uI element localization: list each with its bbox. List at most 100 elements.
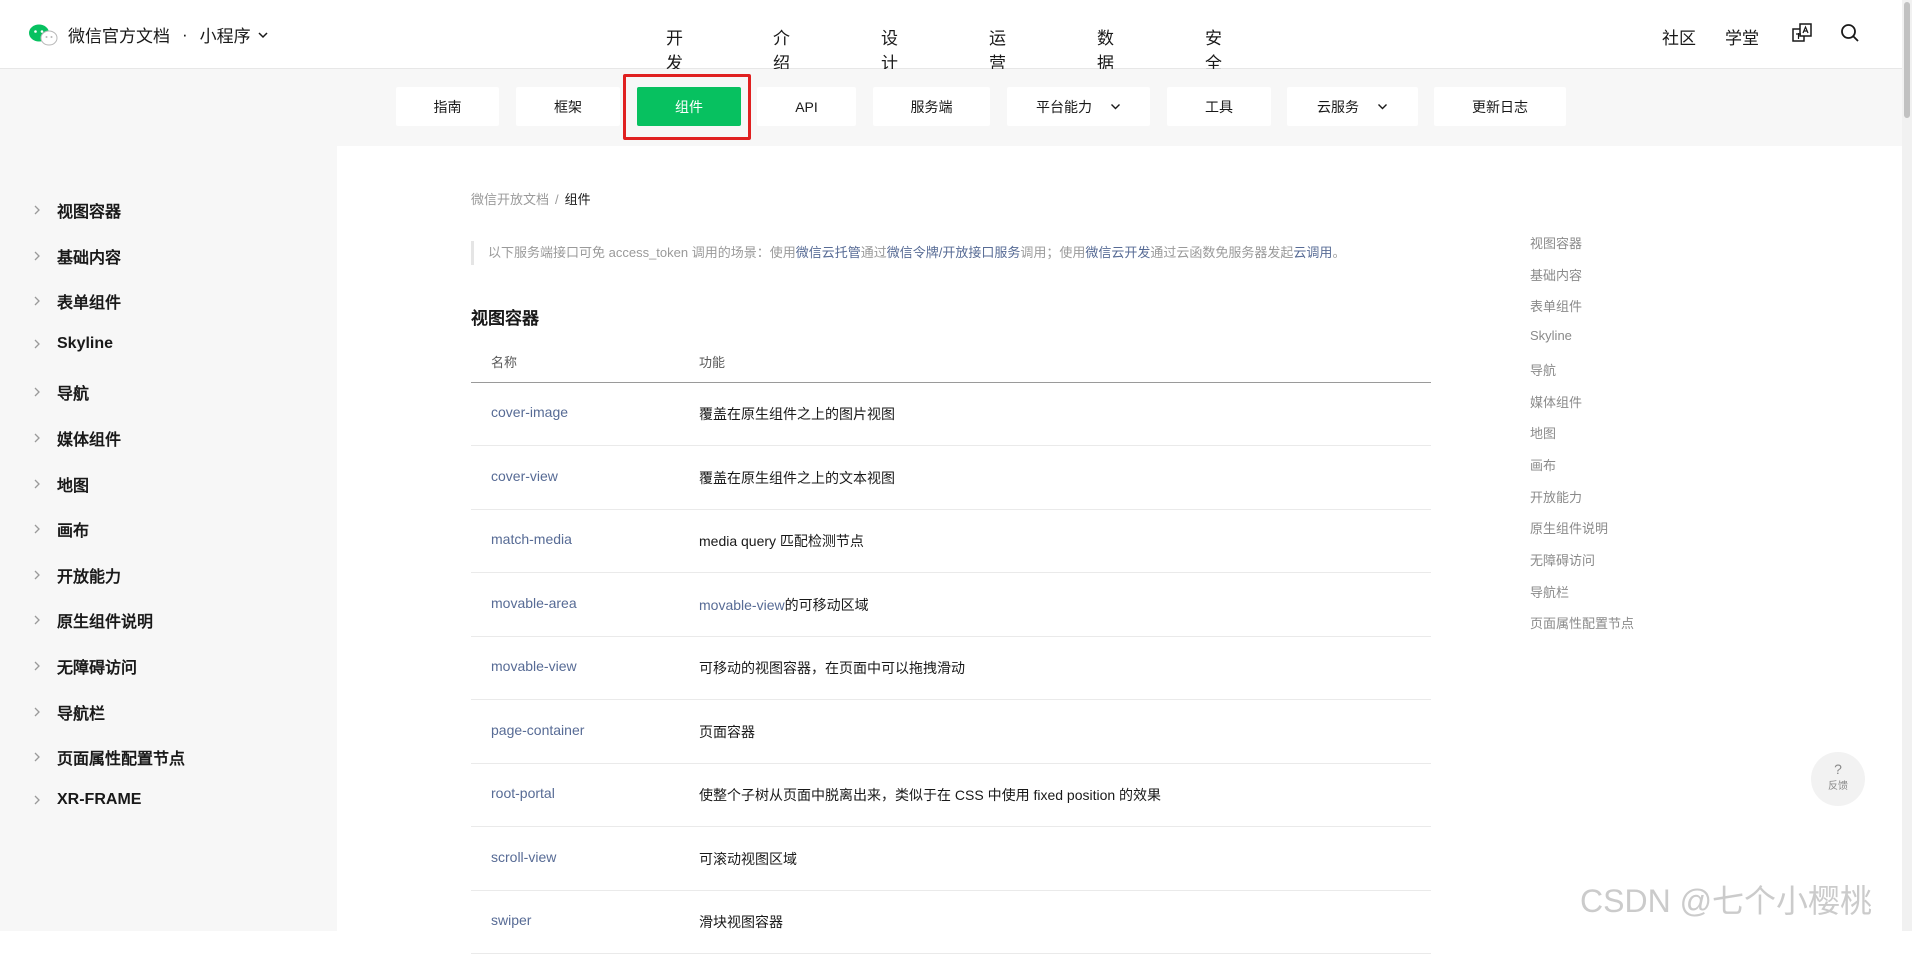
component-description: 使整个子树从页面中脱离出来，类似于在 CSS 中使用 fixed positio… xyxy=(699,785,1161,805)
search-icon[interactable] xyxy=(1839,22,1861,44)
nav-academy[interactable]: 学堂 xyxy=(1725,24,1759,49)
subnav-cloud-label: 云服务 xyxy=(1317,98,1359,115)
subnav-server[interactable]: 服务端 xyxy=(873,87,990,126)
component-link[interactable]: cover-view xyxy=(491,468,558,484)
sidebar-item[interactable]: 导航栏 xyxy=(33,700,105,724)
sidebar-item[interactable]: 表单组件 xyxy=(33,289,121,313)
sidebar-item[interactable]: 媒体组件 xyxy=(33,426,121,450)
notice-text: 通过 xyxy=(860,245,887,260)
chevron-down-icon[interactable] xyxy=(257,29,269,41)
nav-security[interactable]: 安全 xyxy=(1205,24,1222,74)
subnav-guide-label: 指南 xyxy=(433,98,462,115)
toc-item[interactable]: 地图 xyxy=(1530,423,1556,442)
subnav-api[interactable]: API xyxy=(757,87,856,126)
breadcrumb: 微信开放文档 / 组件 xyxy=(471,189,591,208)
nav-intro[interactable]: 介绍 xyxy=(773,24,790,74)
table-row: root-portal 使整个子树从页面中脱离出来，类似于在 CSS 中使用 fi… xyxy=(471,763,1431,827)
nav-community[interactable]: 社区 xyxy=(1662,24,1696,49)
toc-item[interactable]: 导航 xyxy=(1530,360,1556,379)
chevron-right-icon xyxy=(34,433,40,443)
toc-item[interactable]: 无障碍访问 xyxy=(1530,550,1595,569)
chevron-right-icon xyxy=(34,339,40,349)
component-link[interactable]: root-portal xyxy=(491,785,555,801)
chevron-down-icon xyxy=(1111,104,1120,110)
nav-develop[interactable]: 开发 xyxy=(666,24,683,95)
sidebar-item[interactable]: 页面属性配置节点 xyxy=(33,745,185,769)
subnav-framework[interactable]: 框架 xyxy=(516,87,620,126)
component-link[interactable]: movable-view xyxy=(699,597,785,613)
nav-data[interactable]: 数据 xyxy=(1097,24,1114,74)
component-link[interactable]: match-media xyxy=(491,531,572,547)
notice-text: 调用；使用 xyxy=(1020,245,1086,260)
toc-item[interactable]: 画布 xyxy=(1530,455,1556,474)
chevron-down-icon xyxy=(1378,104,1387,110)
chevron-right-icon xyxy=(34,795,40,805)
component-link[interactable]: swiper xyxy=(491,912,531,928)
notice-link-cloudbase[interactable]: 微信云开发 xyxy=(1085,245,1150,260)
sidebar-item[interactable]: XR-FRAME xyxy=(33,791,141,809)
sidebar-item[interactable]: 原生组件说明 xyxy=(33,608,153,632)
sidebar-item-label: 表单组件 xyxy=(57,295,122,313)
chevron-right-icon xyxy=(34,205,40,215)
toc-item[interactable]: 基础内容 xyxy=(1530,265,1582,284)
component-link[interactable]: movable-view xyxy=(491,658,577,674)
toc-item[interactable]: 页面属性配置节点 xyxy=(1530,613,1634,632)
notice-banner: 以下服务端接口可免 access_token 调用的场景：使用微信云托管通过微信… xyxy=(471,241,1345,265)
sidebar-item[interactable]: 视图容器 xyxy=(33,198,121,222)
toc-item[interactable]: 视图容器 xyxy=(1530,233,1582,252)
sidebar-item[interactable]: 无障碍访问 xyxy=(33,654,137,678)
component-link[interactable]: scroll-view xyxy=(491,849,556,865)
chevron-right-icon xyxy=(34,296,40,306)
table-row: swiper 滑块视图容器 xyxy=(471,890,1431,954)
chevron-right-icon xyxy=(34,707,40,717)
top-header: 微信官方文档 · 小程序 开发 介绍 设计 运营 数据 安全 社区 学堂 xyxy=(0,0,1902,95)
sidebar-item[interactable]: 导航 xyxy=(33,380,89,404)
toc-item[interactable]: 媒体组件 xyxy=(1530,392,1582,411)
subnav-cloud[interactable]: 云服务 xyxy=(1287,87,1418,126)
notice-link-cloud-call[interactable]: 云调用 xyxy=(1293,245,1332,260)
component-link[interactable]: movable-area xyxy=(491,595,577,611)
component-description: movable-view的可移动区域 xyxy=(699,595,869,615)
scrollbar-thumb[interactable] xyxy=(1904,2,1910,118)
nav-operations[interactable]: 运营 xyxy=(989,24,1006,74)
chevron-right-icon xyxy=(34,524,40,534)
translate-icon[interactable] xyxy=(1791,22,1813,44)
chevron-right-icon xyxy=(34,251,40,261)
column-header-function: 功能 xyxy=(699,355,726,370)
sidebar-item[interactable]: 基础内容 xyxy=(33,244,121,268)
sidebar-item[interactable]: Skyline xyxy=(33,335,113,353)
toc-item[interactable]: 导航栏 xyxy=(1530,582,1569,601)
subnav-guide[interactable]: 指南 xyxy=(396,87,499,126)
column-header-name: 名称 xyxy=(491,355,518,370)
component-link[interactable]: page-container xyxy=(491,722,584,738)
toc-item[interactable]: Skyline xyxy=(1530,328,1572,343)
notice-link-token-service[interactable]: 微信令牌/开放接口服务 xyxy=(887,245,1021,260)
sidebar-item-label: 地图 xyxy=(57,477,90,495)
component-description: 可移动的视图容器，在页面中可以拖拽滑动 xyxy=(699,658,965,678)
feedback-button[interactable]: ? 反馈 xyxy=(1811,752,1865,806)
notice-link-cloudrun[interactable]: 微信云托管 xyxy=(796,245,861,260)
toc-item[interactable]: 开放能力 xyxy=(1530,487,1582,506)
subnav-platform[interactable]: 平台能力 xyxy=(1007,87,1150,126)
toc-item[interactable]: 原生组件说明 xyxy=(1530,518,1608,537)
component-link[interactable]: cover-image xyxy=(491,404,568,420)
sidebar-item[interactable]: 地图 xyxy=(33,472,89,496)
table-row: cover-view 覆盖在原生组件之上的文本视图 xyxy=(471,446,1431,510)
subnav-server-label: 服务端 xyxy=(910,98,953,115)
component-description: 滑块视图容器 xyxy=(699,912,783,932)
breadcrumb-root[interactable]: 微信开放文档 xyxy=(471,192,549,207)
product-selector[interactable]: 小程序 xyxy=(200,22,251,47)
sidebar-item[interactable]: 开放能力 xyxy=(33,563,121,587)
toc-item[interactable]: 表单组件 xyxy=(1530,296,1582,315)
scrollbar[interactable] xyxy=(1902,0,1912,931)
nav-design[interactable]: 设计 xyxy=(881,24,898,74)
sidebar-item-label: 导航栏 xyxy=(57,705,106,723)
subnav-tools[interactable]: 工具 xyxy=(1167,87,1271,126)
watermark: CSDN @七个小樱桃 xyxy=(1580,883,1873,919)
sidebar-item[interactable]: 画布 xyxy=(33,517,89,541)
subnav-changelog[interactable]: 更新日志 xyxy=(1434,87,1566,126)
brand-title[interactable]: 微信官方文档 xyxy=(68,22,170,47)
chevron-right-icon xyxy=(34,752,40,762)
brand[interactable]: 微信官方文档 · 小程序 xyxy=(28,22,269,47)
chevron-right-icon xyxy=(34,615,40,625)
